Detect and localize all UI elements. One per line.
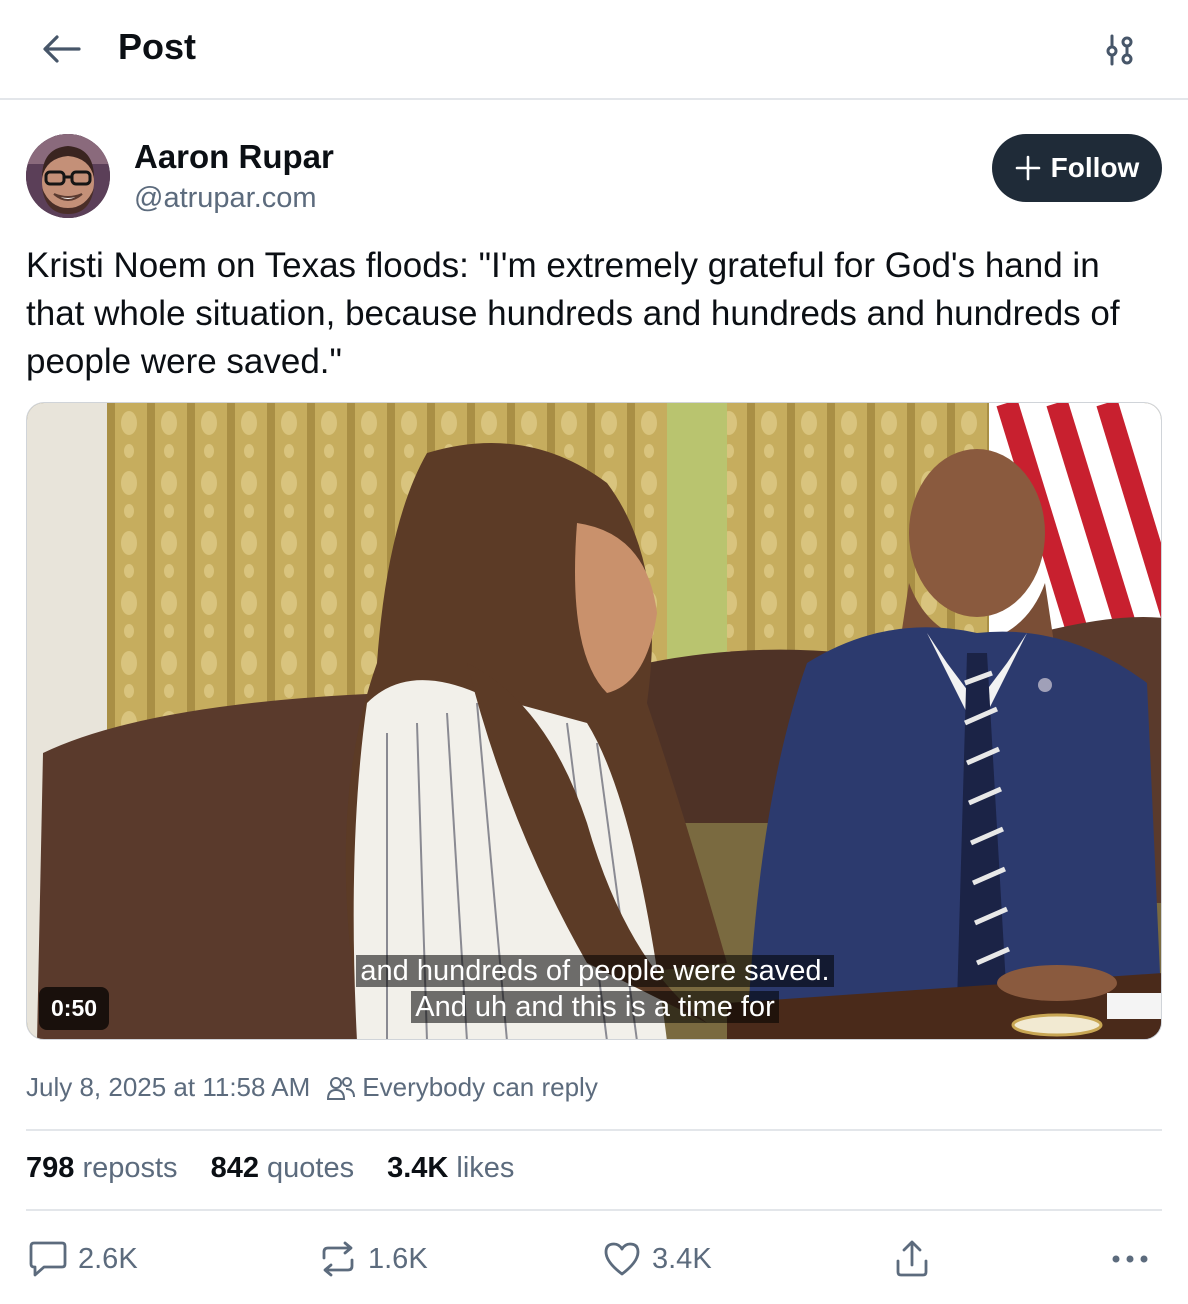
divider (26, 1209, 1162, 1211)
author-name[interactable]: Aaron Rupar (134, 138, 334, 176)
thread-options-button[interactable] (1096, 28, 1144, 72)
video-player[interactable]: and hundreds of people were saved. And u… (26, 402, 1162, 1040)
engagement-stats: 798 reposts 842 quotes 3.4K likes (26, 1152, 547, 1185)
post-meta: July 8, 2025 at 11:58 AM Everybody can r… (26, 1072, 598, 1103)
heart-icon (604, 1242, 640, 1276)
video-caption-line-2: And uh and this is a time for (27, 991, 1161, 1024)
action-bar: 2.6K 1.6K 3.4K (0, 1234, 1188, 1284)
repost-count: 1.6K (368, 1242, 428, 1275)
people-icon (327, 1076, 356, 1100)
arrow-left-icon (43, 35, 81, 63)
reply-button[interactable]: 2.6K (28, 1234, 138, 1284)
plus-icon (1015, 155, 1040, 181)
likes-stat[interactable]: 3.4K likes (387, 1152, 514, 1185)
video-duration-badge: 0:50 (39, 987, 110, 1030)
quotes-stat[interactable]: 842 quotes (211, 1152, 355, 1185)
more-horizontal-icon (1112, 1255, 1148, 1263)
reposts-stat[interactable]: 798 reposts (26, 1152, 178, 1185)
repost-icon (322, 1241, 354, 1277)
repost-button[interactable]: 1.6K (318, 1234, 428, 1284)
page-title: Post (118, 26, 197, 67)
like-button[interactable]: 3.4K (602, 1234, 712, 1284)
follow-button[interactable]: Follow (992, 134, 1162, 202)
sliders-icon (1106, 34, 1133, 66)
share-button[interactable] (892, 1234, 932, 1284)
video-caption-line-1: and hundreds of people were saved. (27, 955, 1161, 988)
reply-setting[interactable]: Everybody can reply (326, 1072, 598, 1103)
reply-setting-label: Everybody can reply (362, 1072, 598, 1102)
share-icon (896, 1240, 928, 1277)
more-options-button[interactable] (1108, 1234, 1152, 1284)
like-count: 3.4K (652, 1242, 712, 1275)
post-timestamp: July 8, 2025 at 11:58 AM (26, 1072, 311, 1102)
top-bar: Post (0, 0, 1188, 100)
follow-label: Follow (1050, 152, 1140, 183)
avatar[interactable] (26, 134, 110, 218)
video-thumbnail (27, 403, 1161, 1039)
reply-count: 2.6K (78, 1242, 138, 1275)
comment-icon (29, 1241, 67, 1277)
back-button[interactable] (38, 28, 84, 70)
post-text: Kristi Noem on Texas floods: "I'm extrem… (26, 246, 1120, 381)
author-handle[interactable]: @atrupar.com (134, 182, 317, 215)
divider (26, 1129, 1162, 1131)
